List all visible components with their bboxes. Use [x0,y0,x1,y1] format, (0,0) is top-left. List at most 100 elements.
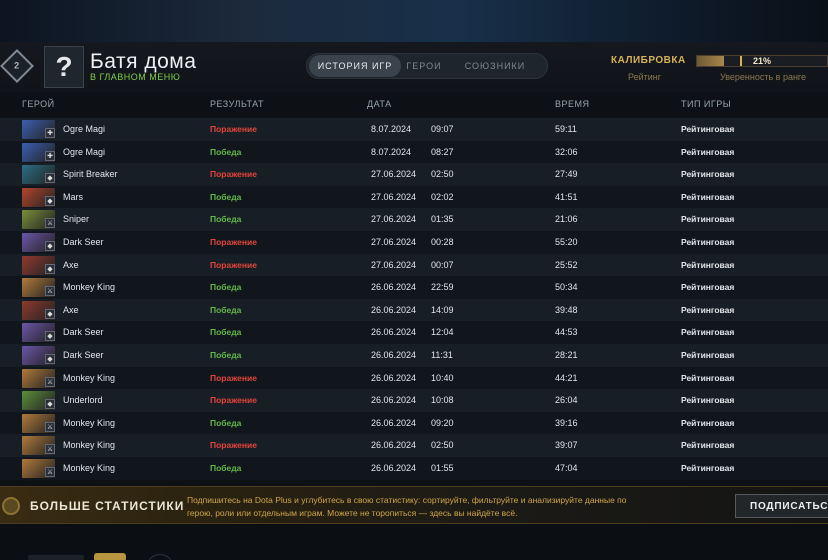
carry-icon: ⚔ [45,444,55,455]
player-name: Батя дома [90,50,197,73]
dota-plus-promo: БОЛЬШЕ СТАТИСТИКИ Подпишитесь на Dota Pl… [0,486,828,524]
match-duration: 55:20 [555,236,578,247]
promo-title: БОЛЬШЕ СТАТИСТИКИ [30,499,185,513]
table-row[interactable]: ◆ Dark Seer Победа 26.06.2024 12:04 44:53 Рейт… [0,321,828,344]
tab-bar: ИСТОРИЯ ИГР ГЕРОИ СОЮЗНИКИ [306,53,548,79]
match-date: 27.06.2024 [371,236,417,247]
table-row[interactable]: ◆ Underlord Поражение 26.06.2024 10:08 26:04 Р… [0,389,828,412]
bottom-bar [0,524,828,560]
hero-name: Dark Seer [63,327,104,338]
offlane-icon: ◆ [45,173,55,184]
match-duration: 39:48 [555,304,578,315]
table-row[interactable]: ⚔ Monkey King Победа 26.06.2024 22:59 50:34 Ре… [0,276,828,299]
column-mode[interactable]: ТИП ИГРЫ [681,99,731,109]
match-result: Победа [210,304,242,315]
match-result: Победа [210,214,242,225]
match-time: 10:40 [431,372,454,383]
table-row[interactable]: ✚ Ogre Magi Поражение 8.07.2024 09:07 59:11 Ре… [0,118,828,141]
calibration-label: КАЛИБРОВКА [611,55,686,66]
hero-name: Monkey King [63,372,116,383]
match-mode: Рейтинговая [681,417,735,428]
match-duration: 50:34 [555,282,578,293]
match-duration: 28:21 [555,349,578,360]
rating-label: Рейтинг [628,72,662,82]
table-header: ГЕРОЙ РЕЗУЛЬТАТ ДАТА ВРЕМЯ ТИП ИГРЫ [0,96,828,114]
match-list: ✚ Ogre Magi Поражение 8.07.2024 09:07 59:11 Ре… [0,118,828,480]
table-row[interactable]: ⚔ Monkey King Победа 26.06.2024 09:20 39:16 Ре… [0,411,828,435]
column-date[interactable]: ДАТА [367,99,392,109]
confidence-bar: 21% [696,55,828,67]
match-duration: 21:06 [555,214,578,225]
tab-allies[interactable]: СОЮЗНИКИ [447,55,543,77]
match-result: Победа [210,349,242,360]
match-time: 22:59 [431,282,454,293]
offlane-icon: ◆ [45,195,55,206]
table-row[interactable]: ✚ Ogre Magi Победа 8.07.2024 08:27 32:06 Рейти… [0,140,828,164]
match-mode: Рейтинговая [681,169,735,180]
match-mode: Рейтинговая [681,395,735,406]
match-date: 26.06.2024 [371,304,417,315]
column-hero[interactable]: ГЕРОЙ [22,99,55,109]
table-row[interactable]: ◆ Spirit Breaker Поражение 27.06.2024 02:50 2… [0,163,828,186]
match-date: 26.06.2024 [371,372,417,383]
hero-name: Axe [63,259,79,270]
match-time: 02:02 [431,191,454,202]
match-mode: Рейтинговая [681,440,735,451]
match-time: 02:50 [431,169,454,180]
match-result: Победа [210,327,242,338]
carry-icon: ⚔ [45,218,55,229]
match-date: 27.06.2024 [371,214,417,225]
match-time: 08:27 [431,146,454,157]
match-mode: Рейтинговая [681,372,735,383]
match-mode: Рейтинговая [681,282,735,293]
tab-match-history[interactable]: ИСТОРИЯ ИГР [309,55,401,77]
avatar[interactable]: ? [44,46,84,88]
match-time: 12:04 [431,327,454,338]
match-result: Поражение [210,395,257,406]
table-row[interactable]: ◆ Axe Поражение 27.06.2024 00:07 25:52 Рейтинг… [0,253,828,277]
subscribe-button[interactable]: ПОДПИСАТЬСЯ [735,494,828,518]
match-result: Победа [210,282,242,293]
match-result: Поражение [210,440,257,451]
offlane-icon: ◆ [45,308,55,319]
match-mode: Рейтинговая [681,214,735,225]
offlane-icon: ◆ [45,353,55,364]
table-row[interactable]: ◆ Dark Seer Поражение 27.06.2024 00:28 55:20 Р… [0,230,828,254]
carry-icon: ⚔ [45,376,55,387]
hero-name: Mars [63,191,83,202]
table-row[interactable]: ⚔ Monkey King Поражение 26.06.2024 02:50 39:0… [0,434,828,457]
top-banner-background [0,0,828,42]
match-duration: 32:06 [555,146,578,157]
match-time: 01:35 [431,214,454,225]
match-duration: 26:04 [555,395,578,406]
bottom-bar-item[interactable] [28,555,84,560]
match-time: 00:28 [431,236,454,247]
match-date: 27.06.2024 [371,169,417,180]
match-time: 10:08 [431,395,454,406]
match-mode: Рейтинговая [681,349,735,360]
match-mode: Рейтинговая [681,236,735,247]
table-row[interactable]: ◆ Axe Победа 26.06.2024 14:09 39:48 Рейтингова… [0,298,828,322]
match-time: 01:55 [431,462,454,473]
match-date: 26.06.2024 [371,417,417,428]
match-duration: 27:49 [555,169,578,180]
bottom-bar-circle-button[interactable] [146,554,174,560]
carry-icon: ⚔ [45,421,55,432]
rank-emblem-icon[interactable]: 2 [0,49,34,83]
tab-heroes[interactable]: ГЕРОИ [401,55,447,77]
match-time: 09:20 [431,417,454,428]
column-result[interactable]: РЕЗУЛЬТАТ [210,99,264,109]
match-date: 26.06.2024 [371,440,417,451]
column-duration[interactable]: ВРЕМЯ [555,99,590,109]
table-row[interactable]: ⚔ Monkey King Поражение 26.06.2024 10:40 44:2… [0,366,828,390]
hero-name: Monkey King [63,282,116,293]
match-date: 8.07.2024 [371,146,412,157]
match-result: Поражение [210,372,257,383]
table-row[interactable]: ◆ Mars Победа 27.06.2024 02:02 41:51 Рейтингов… [0,185,828,209]
carry-icon: ⚔ [45,286,55,297]
match-duration: 44:21 [555,372,578,383]
table-row[interactable]: ◆ Dark Seer Победа 26.06.2024 11:31 28:21 Рейт… [0,343,828,367]
table-row[interactable]: ⚔ Monkey King Победа 26.06.2024 01:55 47:04 Ре… [0,456,828,480]
match-duration: 25:52 [555,259,578,270]
table-row[interactable]: ⚔ Sniper Победа 27.06.2024 01:35 21:06 Рейтинг… [0,208,828,231]
